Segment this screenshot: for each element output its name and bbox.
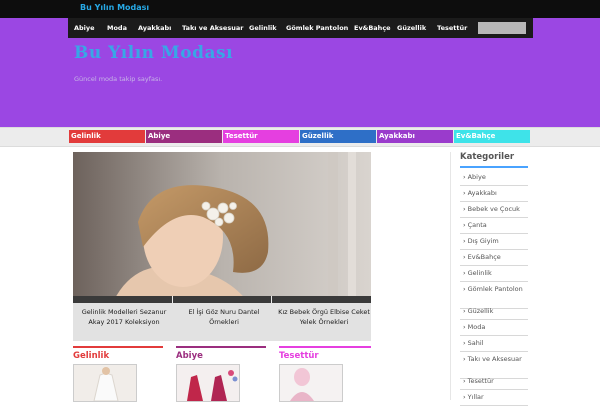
sidebar-item-label: Tesettür: [467, 377, 494, 385]
chevron-right-icon: ›: [463, 205, 466, 213]
chevron-right-icon: ›: [463, 307, 466, 315]
category-tab-ayakkabi[interactable]: Ayakkabı: [377, 130, 453, 143]
section-title[interactable]: Abiye: [176, 351, 203, 361]
sidebar-item-dis-giyim[interactable]: › Dış Giyim: [460, 233, 528, 250]
sidebar-item-label: Çanta: [467, 221, 487, 229]
sidebar-item-label: Gelinlik: [467, 269, 492, 277]
nav-item-ev-bahce[interactable]: Ev&Bahçe: [354, 24, 391, 32]
site-title-link[interactable]: Bu Yılın Modası: [80, 3, 149, 12]
section-bar: [279, 346, 371, 348]
sidebar-item-moda[interactable]: › Moda: [460, 319, 528, 336]
chevron-right-icon: ›: [463, 221, 466, 229]
chevron-right-icon: ›: [463, 355, 466, 363]
section-thumbnail[interactable]: [176, 364, 240, 402]
section-gelinlik: Gelinlik: [73, 346, 163, 402]
section-thumbnail[interactable]: [73, 364, 137, 402]
section-title[interactable]: Gelinlik: [73, 351, 109, 361]
sidebar-item-label: Moda: [467, 323, 486, 331]
chevron-right-icon: ›: [463, 253, 466, 261]
sidebar-categories: Kategoriler › Abiye › Ayakkabı › Bebek ve Ç…: [460, 152, 528, 406]
sidebar-item-label: Sahil: [467, 339, 484, 347]
category-tab-ev-bahce[interactable]: Ev&Bahçe: [454, 130, 530, 143]
category-tab-tesettur[interactable]: Tesettür: [223, 130, 299, 143]
nav-item-ayakkabi[interactable]: Ayakkabı: [138, 24, 171, 32]
section-bar: [73, 346, 163, 348]
nav-item-guzellik[interactable]: Güzellik: [397, 24, 426, 32]
slider-pager: [73, 296, 371, 303]
section-bar: [176, 346, 266, 348]
sidebar-item-label: Bebek ve Çocuk: [467, 205, 520, 213]
search-input[interactable]: [478, 22, 526, 34]
sidebar-item-gelinlik[interactable]: › Gelinlik: [460, 265, 528, 282]
nav-item-abiye[interactable]: Abiye: [74, 24, 95, 32]
chevron-right-icon: ›: [463, 285, 466, 293]
sidebar-item-yillar[interactable]: › Yıllar: [460, 389, 528, 406]
chevron-right-icon: ›: [463, 339, 466, 347]
sidebar-item-label: Ayakkabı: [467, 189, 497, 197]
chevron-right-icon: ›: [463, 323, 466, 331]
sidebar-item-guzellik[interactable]: › Güzellik: [460, 303, 528, 320]
sidebar-item-tesettur[interactable]: › Tesettür: [460, 373, 528, 390]
sidebar-item-abiye[interactable]: › Abiye: [460, 169, 528, 186]
nav-item-moda[interactable]: Moda: [107, 24, 127, 32]
section-tesettur: Tesettür: [279, 346, 371, 402]
category-tab-abiye[interactable]: Abiye: [146, 130, 222, 143]
section-thumbnail[interactable]: [279, 364, 343, 402]
chevron-right-icon: ›: [463, 269, 466, 277]
slider-caption-1[interactable]: Gelinlik Modelleri Sezanur Akay 2017 Kol…: [80, 307, 168, 327]
site-logo[interactable]: Bu Yılın Modası: [74, 43, 233, 63]
column-divider: [450, 152, 451, 400]
sidebar-item-label: Dış Giyim: [467, 237, 499, 245]
site-tagline: Güncel moda takip sayfası.: [74, 75, 163, 83]
chevron-right-icon: ›: [463, 377, 466, 385]
category-tab-gelinlik[interactable]: Gelinlik: [69, 130, 145, 143]
sidebar-item-ev-bahce[interactable]: › Ev&Bahçe: [460, 249, 528, 266]
chevron-right-icon: ›: [463, 173, 466, 181]
sidebar-item-sahil[interactable]: › Sahil: [460, 335, 528, 352]
pager-divider: [172, 296, 173, 303]
category-tab-guzellik[interactable]: Güzellik: [300, 130, 376, 143]
main-nav: Abiye Moda Ayakkabı Takı ve Aksesuar Gel…: [68, 18, 533, 38]
sidebar-item-label: Ev&Bahçe: [467, 253, 501, 261]
sidebar-item-canta[interactable]: › Çanta: [460, 217, 528, 234]
slider-caption-2[interactable]: El İşi Göz Nuru Dantel Örnekleri: [176, 307, 272, 327]
section-abiye: Abiye: [176, 346, 266, 402]
sidebar-item-label: Takı ve Aksesuar: [467, 355, 522, 363]
sidebar-item-label: Gömlek Pantolon: [467, 285, 523, 293]
sidebar-item-label: Güzellik: [467, 307, 494, 315]
sidebar-item-ayakkabi[interactable]: › Ayakkabı: [460, 185, 528, 202]
category-strip: Gelinlik Abiye Tesettür Güzellik Ayakkab…: [0, 127, 600, 147]
top-bar: Bu Yılın Modası: [0, 0, 600, 18]
chevron-right-icon: ›: [463, 237, 466, 245]
nav-item-gelinlik[interactable]: Gelinlik: [249, 24, 277, 32]
sidebar-item-label: Abiye: [467, 173, 486, 181]
nav-item-gomlek-pantolon[interactable]: Gömlek Pantolon: [286, 24, 348, 32]
pager-divider: [271, 296, 272, 303]
sidebar-heading: Kategoriler: [460, 152, 528, 168]
sidebar-item-bebek-cocuk[interactable]: › Bebek ve Çocuk: [460, 201, 528, 218]
chevron-right-icon: ›: [463, 189, 466, 197]
section-title[interactable]: Tesettür: [279, 351, 319, 361]
nav-item-taki-aksesuar[interactable]: Takı ve Aksesuar: [182, 24, 243, 32]
slider-caption-3[interactable]: Kız Bebek Örgü Elbise Ceket Yelek Örnekl…: [276, 307, 372, 327]
nav-item-tesettur[interactable]: Tesettür: [437, 24, 467, 32]
